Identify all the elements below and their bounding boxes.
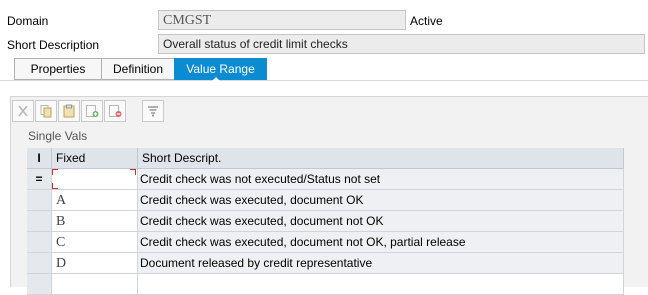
fixed-value-cell[interactable]: A [52, 190, 138, 210]
tab-underline [0, 80, 648, 81]
column-header-indicator[interactable]: I [27, 148, 52, 168]
fixed-value: B [56, 214, 66, 229]
table-row[interactable] [27, 274, 624, 295]
paste-icon [63, 104, 75, 118]
tab-strip: Properties Definition Value Range [14, 58, 267, 80]
short-description-label: Short Description [7, 38, 100, 52]
table-header: I Fixed Short Descript. [27, 148, 624, 169]
delete-row-icon [109, 105, 122, 117]
row-indicator[interactable] [27, 232, 52, 252]
description-cell[interactable]: Credit check was executed, document not … [138, 211, 624, 231]
single-values-table: I Fixed Short Descript. = Credit check w… [27, 148, 624, 295]
row-indicator[interactable] [27, 253, 52, 273]
insert-row-button[interactable] [81, 100, 103, 122]
filter-icon [148, 106, 158, 117]
tab-definition-label: Definition [112, 62, 164, 76]
single-vals-title: Single Vals [28, 129, 88, 143]
row-indicator[interactable] [27, 190, 52, 210]
domain-row: Domain CMGST Active [0, 10, 648, 32]
tab-properties-label: Properties [30, 62, 86, 76]
fixed-value-cell[interactable] [52, 274, 138, 294]
domain-status: Active [410, 14, 443, 28]
table-row[interactable]: C Credit check was executed, document no… [27, 232, 624, 253]
short-description-field[interactable]: Overall status of credit limit checks [158, 34, 645, 54]
toolbar-separator [127, 100, 141, 122]
insert-row-icon [86, 105, 99, 117]
row-indicator[interactable] [27, 211, 52, 231]
table-toolbar [12, 100, 164, 122]
tab-value-range-label: Value Range [186, 62, 255, 76]
tab-definition[interactable]: Definition [101, 58, 174, 80]
filter-button[interactable] [142, 100, 164, 122]
description-cell[interactable] [138, 274, 624, 294]
selection-corner [52, 183, 58, 189]
fixed-value-cell[interactable]: D [52, 253, 138, 273]
table-row[interactable]: D Document released by credit representa… [27, 253, 624, 274]
selection-corner [52, 169, 58, 175]
fixed-value [54, 277, 56, 292]
description-cell[interactable]: Credit check was executed, document OK [138, 190, 624, 210]
fixed-value-cell[interactable]: B [52, 211, 138, 231]
fixed-value-cell[interactable] [52, 169, 138, 189]
description-cell[interactable]: Credit check was executed, document not … [138, 232, 624, 252]
cut-icon [18, 105, 28, 117]
fixed-value-cell[interactable]: C [52, 232, 138, 252]
paste-button[interactable] [58, 100, 80, 122]
fixed-value: A [56, 193, 67, 208]
row-indicator[interactable] [27, 274, 52, 294]
column-header-fixed[interactable]: Fixed [52, 148, 138, 168]
copy-button[interactable] [35, 100, 57, 122]
table-row[interactable]: = Credit check was not executed/Status n… [27, 169, 624, 190]
table-row[interactable]: B Credit check was executed, document no… [27, 211, 624, 232]
fixed-value: D [56, 256, 67, 271]
table-row[interactable]: A Credit check was executed, document OK [27, 190, 624, 211]
domain-field[interactable]: CMGST [158, 10, 406, 30]
domain-label: Domain [7, 14, 49, 28]
tab-properties[interactable]: Properties [14, 58, 101, 80]
description-cell[interactable]: Document released by credit representati… [138, 253, 624, 273]
short-description-row: Short Description Overall status of cred… [0, 34, 648, 56]
cut-button[interactable] [12, 100, 34, 122]
column-header-description[interactable]: Short Descript. [138, 148, 624, 168]
copy-icon [40, 105, 52, 118]
active-tab-caret [210, 77, 222, 83]
fixed-value: C [56, 235, 66, 250]
selection-corner [130, 169, 136, 175]
delete-row-button[interactable] [104, 100, 126, 122]
description-cell[interactable]: Credit check was not executed/Status not… [138, 169, 624, 189]
row-indicator[interactable]: = [27, 169, 52, 189]
